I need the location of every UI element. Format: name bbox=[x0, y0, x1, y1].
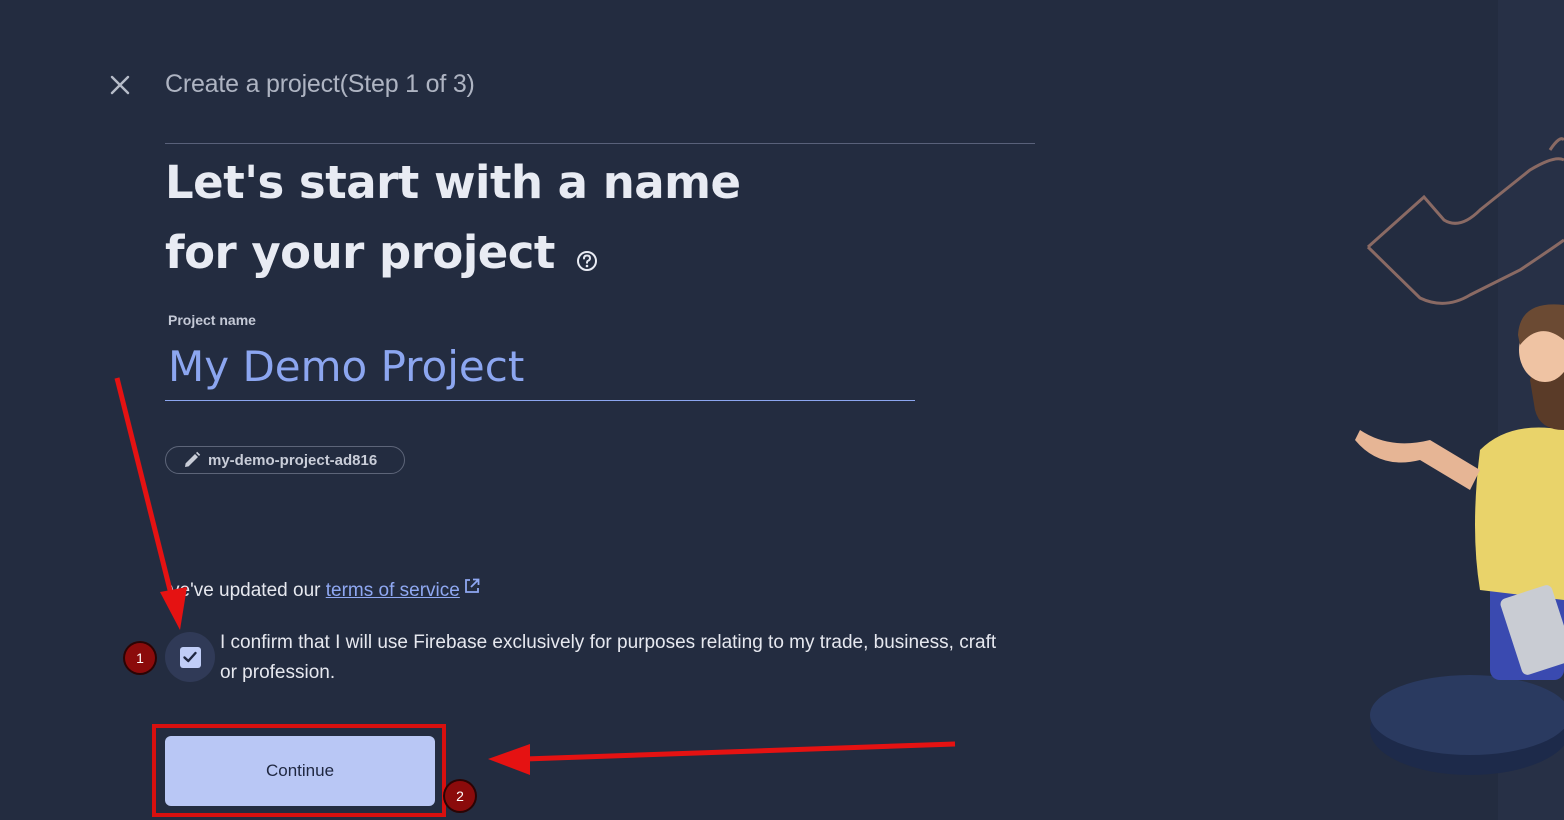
illustration-person-icon bbox=[1355, 137, 1564, 775]
step-marker-2: 2 bbox=[445, 781, 475, 811]
confirm-checkbox[interactable] bbox=[165, 632, 215, 682]
terms-notice: ve've updated our terms of service bbox=[170, 578, 480, 602]
annotation-arrows bbox=[114, 377, 956, 775]
checkbox-checked-icon bbox=[179, 646, 201, 668]
project-id-text: my-demo-project-ad816 bbox=[208, 451, 378, 469]
headline: Let's start with a name for your project bbox=[165, 148, 805, 292]
confirm-label[interactable]: I confirm that I will use Firebase exclu… bbox=[220, 628, 1010, 688]
headline-text: Let's start with a name for your project bbox=[165, 156, 741, 279]
project-name-label: Project name bbox=[168, 312, 256, 328]
close-button[interactable] bbox=[104, 69, 136, 101]
pencil-icon bbox=[183, 451, 201, 469]
terms-of-service-link[interactable]: terms of service bbox=[326, 580, 460, 601]
project-name-input[interactable] bbox=[165, 334, 918, 398]
input-underline bbox=[165, 400, 915, 401]
terms-prefix: ve've updated our bbox=[170, 580, 321, 601]
page-title: Create a project(Step 1 of 3) bbox=[165, 70, 475, 98]
continue-button[interactable]: Continue bbox=[165, 736, 435, 806]
header-divider bbox=[165, 143, 1035, 144]
help-circle-icon[interactable] bbox=[576, 222, 598, 292]
step-marker-1: 1 bbox=[125, 643, 155, 673]
close-icon bbox=[110, 75, 130, 95]
project-id-chip[interactable]: my-demo-project-ad816 bbox=[165, 446, 405, 474]
external-link-icon bbox=[464, 578, 480, 600]
